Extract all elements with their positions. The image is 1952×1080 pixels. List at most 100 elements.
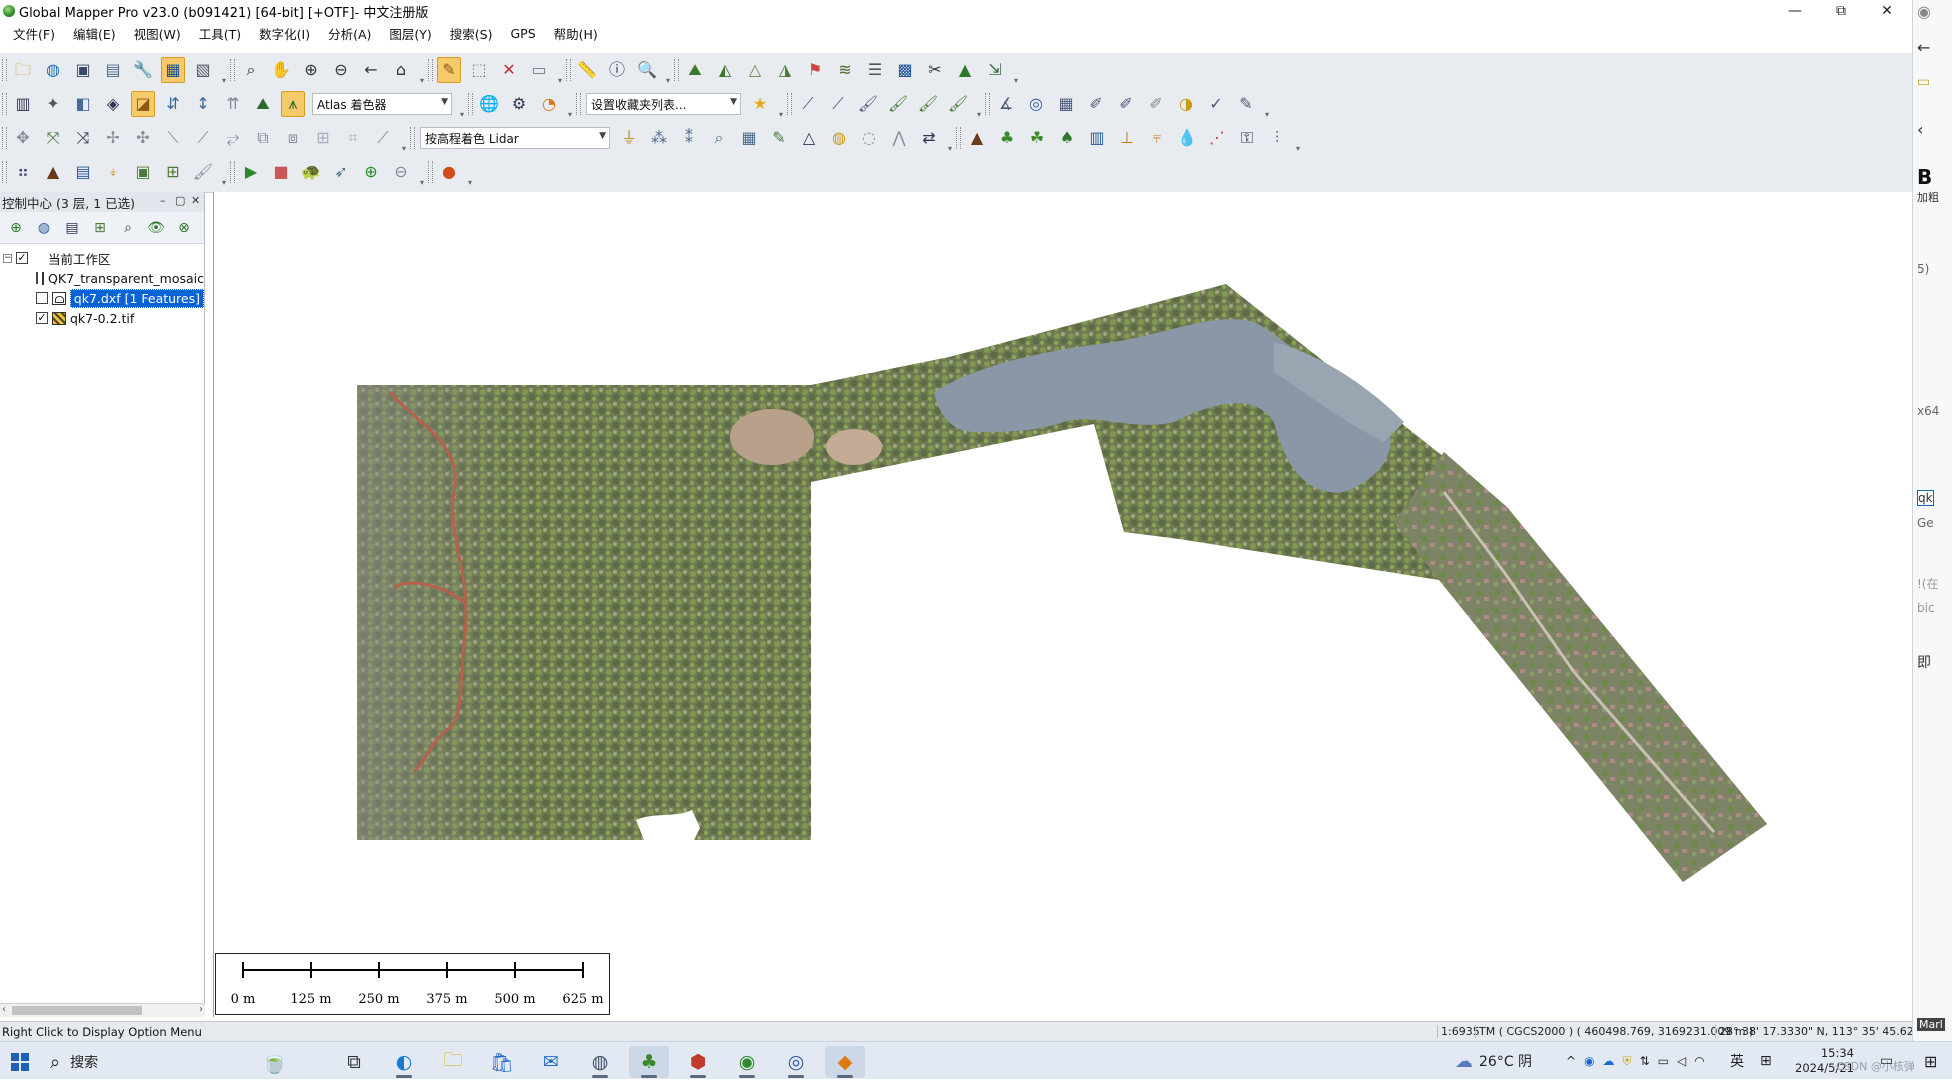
- menu-view[interactable]: 视图(W): [125, 24, 190, 43]
- scroll-right-icon[interactable]: ›: [199, 1004, 203, 1015]
- pan-hand-icon[interactable]: ✋: [269, 57, 293, 83]
- pen-underline-icon[interactable]: ✎: [1234, 91, 1258, 117]
- select-rectangle-icon[interactable]: ⬚: [467, 57, 491, 83]
- menu-edit[interactable]: 编辑(E): [64, 24, 125, 43]
- contour-icon[interactable]: ≋: [833, 57, 857, 83]
- draw-line-icon[interactable]: ⟋: [796, 91, 820, 117]
- save-icon[interactable]: ▣: [71, 57, 95, 83]
- pinned-app-icon[interactable]: ◆: [825, 1046, 865, 1078]
- draw-line-2-icon[interactable]: ⟋: [826, 91, 850, 117]
- vegetation-icon[interactable]: ♣: [995, 125, 1019, 151]
- pen-check-icon[interactable]: ✓: [1204, 91, 1228, 117]
- profile-icon[interactable]: ◌: [857, 125, 881, 151]
- tray-network-icon[interactable]: ⇅: [1640, 1054, 1650, 1068]
- projection-globe-icon[interactable]: 🌐: [477, 91, 501, 117]
- powerline-icon[interactable]: ⫧: [1145, 125, 1169, 151]
- target-icon[interactable]: ◎: [1024, 91, 1048, 117]
- file-explorer-icon[interactable]: 🗀: [433, 1046, 473, 1078]
- close-layer-icon[interactable]: ⊗: [173, 217, 195, 239]
- brush-green-icon[interactable]: 🖌: [886, 91, 910, 117]
- edge-browser-icon[interactable]: ◐: [384, 1046, 424, 1078]
- path-follow-icon[interactable]: ➶: [329, 159, 353, 185]
- lighting-icon[interactable]: ⇵: [161, 91, 185, 117]
- delete-feature-icon[interactable]: ✕: [497, 57, 521, 83]
- point-cloud-icon[interactable]: ⁂: [647, 125, 671, 151]
- windows-start-icon[interactable]: [0, 1046, 40, 1078]
- mountain-icon[interactable]: ▲: [41, 159, 65, 185]
- minimize-button[interactable]: —: [1772, 0, 1818, 22]
- favorites-select[interactable]: 设置收藏夹列表... ▼: [586, 93, 741, 115]
- settings-gear-icon[interactable]: ⚙: [507, 91, 531, 117]
- tray-cloud-icon[interactable]: ☁: [1603, 1054, 1615, 1068]
- store-icon[interactable]: 🛍: [482, 1046, 522, 1078]
- filter-icon[interactable]: ⏚: [617, 125, 641, 151]
- grid-points-icon[interactable]: ▦: [737, 125, 761, 151]
- menu-search[interactable]: 搜索(S): [441, 24, 502, 43]
- vertical-exaggeration-icon[interactable]: ↕: [191, 91, 215, 117]
- pen-edit-2-icon[interactable]: ✐: [1114, 91, 1138, 117]
- collapse-icon[interactable]: −: [3, 253, 12, 263]
- grid-terrain-icon[interactable]: ▲: [953, 57, 977, 83]
- scatter-icon[interactable]: ⠶: [11, 159, 35, 185]
- terrain-mesh-icon[interactable]: ⋀: [887, 125, 911, 151]
- bush-icon[interactable]: ☘: [1025, 125, 1049, 151]
- merge-icon[interactable]: ⊞: [311, 125, 335, 151]
- ime-grid-icon[interactable]: ⊞: [1760, 1042, 1772, 1080]
- folder-icon[interactable]: ▭: [1917, 74, 1930, 90]
- ime-indicator[interactable]: 英: [1730, 1042, 1744, 1080]
- overview-map-icon[interactable]: ▧: [191, 57, 215, 83]
- tray-app-icon[interactable]: ◉: [1584, 1054, 1594, 1068]
- panel-horizontal-scrollbar[interactable]: ‹ ›: [0, 1003, 205, 1017]
- brush-icon[interactable]: 🖌: [856, 91, 880, 117]
- select-area-icon[interactable]: ▭: [527, 57, 551, 83]
- widgets-icon[interactable]: ⊞: [1924, 1042, 1937, 1080]
- mosaic-icon[interactable]: ▣: [131, 159, 155, 185]
- 3d-view-icon[interactable]: ◈: [101, 91, 125, 117]
- tray-security-icon[interactable]: ⛨: [1623, 1054, 1632, 1069]
- menu-gps[interactable]: GPS: [501, 26, 544, 41]
- fly-through-icon[interactable]: 🐢: [299, 159, 323, 185]
- layer-row[interactable]: QK7_transparent_mosaic: [0, 268, 204, 288]
- config-wrench-icon[interactable]: 🔧: [131, 57, 155, 83]
- smooth-icon[interactable]: ⧈: [281, 125, 305, 151]
- layer-list-icon[interactable]: ▤: [61, 217, 83, 239]
- path-tracking-icon[interactable]: ⇄: [917, 125, 941, 151]
- zoom-in-icon[interactable]: ⊕: [299, 57, 323, 83]
- panel-close-icon[interactable]: ✕: [191, 194, 200, 207]
- shader-select[interactable]: Atlas 着色器 ▼: [312, 93, 452, 115]
- grid-measure-icon[interactable]: ▦: [1054, 91, 1078, 117]
- tray-wifi-icon[interactable]: ◠: [1694, 1054, 1704, 1068]
- cut-fill-icon[interactable]: ☰: [863, 57, 887, 83]
- menu-analysis[interactable]: 分析(A): [319, 24, 380, 43]
- layout-view-icon[interactable]: ▥: [11, 91, 35, 117]
- workspace-icon[interactable]: ▤: [101, 57, 125, 83]
- segment-icon[interactable]: ⫶: [1265, 125, 1289, 151]
- menu-tools[interactable]: 工具(T): [190, 24, 250, 43]
- crop-icon[interactable]: ⌗: [341, 125, 365, 151]
- shaded-relief-icon[interactable]: ◪: [131, 91, 155, 117]
- browser-app-icon[interactable]: ◎: [776, 1046, 816, 1078]
- path-icon[interactable]: ⤨: [71, 125, 95, 151]
- point-search-icon[interactable]: ⌕: [707, 125, 731, 151]
- task-view-icon[interactable]: ⧉: [334, 1046, 374, 1078]
- bold-format-icon[interactable]: B: [1917, 165, 1932, 189]
- move-vertex-icon[interactable]: ✥: [11, 125, 35, 151]
- layer-checkbox[interactable]: [36, 292, 48, 304]
- building-icon[interactable]: ▥: [1085, 125, 1109, 151]
- delete-vertex-icon[interactable]: ✣: [131, 125, 155, 151]
- panel-minimize-icon[interactable]: –: [160, 194, 166, 207]
- water-drop-icon[interactable]: 💧: [1175, 125, 1199, 151]
- layer-row[interactable]: qk7.dxf [1 Features]: [0, 288, 204, 308]
- back-arrow-icon[interactable]: ←: [1917, 38, 1930, 57]
- sun-position-icon[interactable]: ◔: [537, 91, 561, 117]
- brush-classify-icon[interactable]: 🖌: [916, 91, 940, 117]
- shield-app-icon[interactable]: ⬢: [678, 1046, 718, 1078]
- tile-icon[interactable]: ⊞: [161, 159, 185, 185]
- control-center-icon[interactable]: ▦: [161, 57, 185, 83]
- tray-chevron-icon[interactable]: ^: [1566, 1054, 1576, 1068]
- measure-line-icon[interactable]: ⟋: [371, 125, 395, 151]
- map-layout-icon[interactable]: ▩: [893, 57, 917, 83]
- notification-icon[interactable]: ▭: [1880, 1042, 1893, 1080]
- global-mapper-taskbar-icon[interactable]: ◉: [727, 1046, 767, 1078]
- workspace-checkbox[interactable]: ✓: [16, 252, 28, 264]
